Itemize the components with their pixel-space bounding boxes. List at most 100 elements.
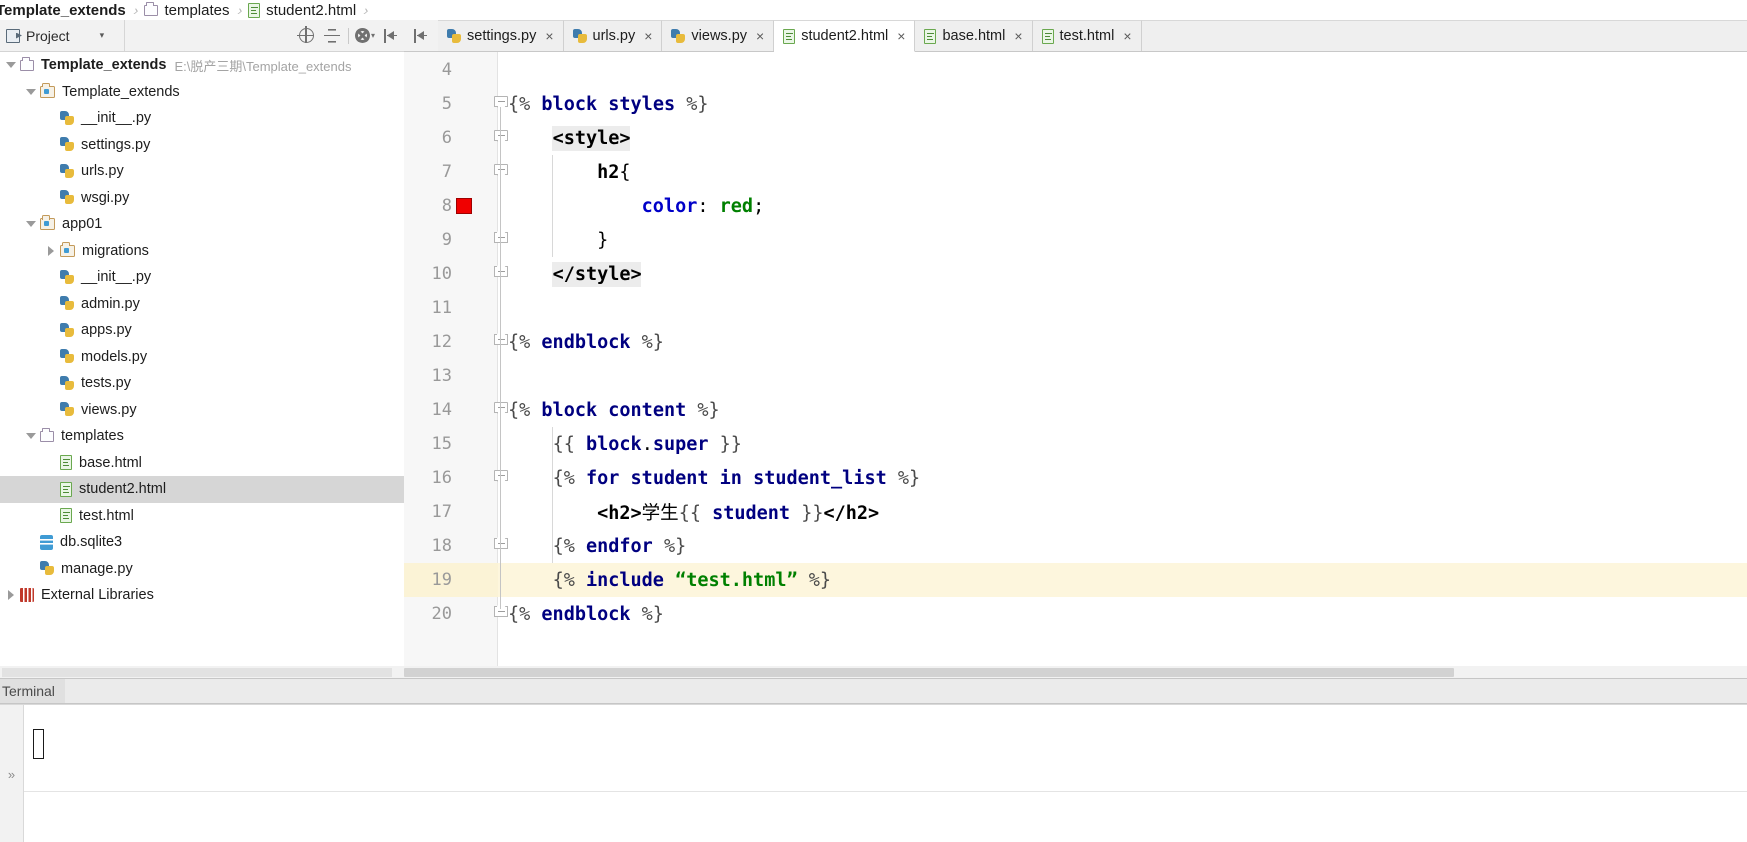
- editor-hscrollbar[interactable]: [404, 666, 1747, 678]
- python-file-icon: [60, 402, 74, 417]
- terminal-panel[interactable]: »: [0, 704, 1747, 842]
- editor-tab-settings-py[interactable]: settings.py ×: [438, 20, 564, 51]
- editor-tab-test-html[interactable]: test.html ×: [1032, 20, 1142, 51]
- tree-item-admin-py[interactable]: admin.py: [0, 291, 404, 318]
- code-line-13[interactable]: 13: [404, 359, 1747, 393]
- editor-tab-label: base.html: [942, 28, 1006, 44]
- tree-item-external-libraries[interactable]: External Libraries: [0, 582, 404, 609]
- code-line-4[interactable]: 4: [404, 53, 1747, 87]
- tree-item-tests-py[interactable]: tests.py: [0, 370, 404, 397]
- tree-item-label: apps.py: [81, 322, 132, 339]
- python-file-icon: [60, 269, 74, 285]
- code-line-16[interactable]: 16 {% for student in student_list %}: [404, 461, 1747, 495]
- code-line-11[interactable]: 11: [404, 291, 1747, 325]
- code-editor[interactable]: 4 5 {% block styles %} 6 <style> 7 h2{8 colo…: [404, 52, 1747, 678]
- tab-terminal[interactable]: Terminal: [0, 679, 65, 703]
- tree-item-views-py[interactable]: views.py: [0, 397, 404, 424]
- code-line-8[interactable]: 8 color: red;: [404, 189, 1747, 223]
- code-line-7[interactable]: 7 h2{: [404, 155, 1747, 189]
- tree-item-label: Template_extends: [62, 83, 180, 100]
- editor-tab-student2-html[interactable]: student2.html ×: [774, 20, 916, 52]
- code-line-9[interactable]: 9 }: [404, 223, 1747, 257]
- python-file-icon: [60, 322, 74, 338]
- line-number: 11: [431, 298, 452, 318]
- close-icon[interactable]: ×: [897, 29, 905, 43]
- chevron-down-icon[interactable]: ▾: [100, 30, 105, 41]
- locate-file-button[interactable]: [293, 23, 319, 49]
- code-line-text: <style>: [552, 127, 631, 149]
- chevron-down-icon[interactable]: [24, 217, 38, 231]
- project-panel-selector[interactable]: Project ▾: [0, 20, 125, 51]
- tree-item-label: __init__.py: [81, 110, 152, 127]
- scrollbar-thumb[interactable]: [2, 668, 392, 677]
- tree-item-urls-py[interactable]: urls.py: [0, 158, 404, 185]
- line-number: 8: [441, 196, 452, 216]
- tree-item--init-py[interactable]: __init__.py: [0, 105, 404, 132]
- tree-item-template-extends[interactable]: Template_extends: [0, 79, 404, 106]
- python-file-icon: [60, 269, 74, 285]
- breadcrumb-item-templates[interactable]: templates: [142, 0, 233, 20]
- editor-tab-urls-py[interactable]: urls.py ×: [563, 20, 663, 51]
- tree-item-manage-py[interactable]: manage.py: [0, 556, 404, 583]
- code-line-14[interactable]: 14 {% block content %}: [404, 393, 1747, 427]
- project-tree-hscrollbar[interactable]: [0, 666, 404, 678]
- tree-item-label: migrations: [82, 242, 149, 259]
- close-icon[interactable]: ×: [545, 29, 553, 43]
- project-tree[interactable]: Template_extends E:\脱产三期\Template_extends…: [0, 52, 404, 678]
- close-icon[interactable]: ×: [1014, 29, 1022, 43]
- chevron-down-icon[interactable]: [24, 85, 38, 99]
- tree-item-models-py[interactable]: models.py: [0, 344, 404, 371]
- code-line-text: {% block content %}: [508, 399, 720, 421]
- code-line-6[interactable]: 6 <style>: [404, 121, 1747, 155]
- project-panel-title: Project: [26, 27, 70, 44]
- html-file-icon: [60, 508, 72, 524]
- tree-item-db-sqlite3[interactable]: db.sqlite3: [0, 529, 404, 556]
- hide-panel-button[interactable]: [378, 23, 404, 49]
- code-line-12[interactable]: 12 {% endblock %}: [404, 325, 1747, 359]
- tree-item-migrations[interactable]: migrations: [0, 238, 404, 265]
- tree-item-test-html[interactable]: test.html: [0, 503, 404, 530]
- code-line-18[interactable]: 18 {% endfor %}: [404, 529, 1747, 563]
- tree-item-templates[interactable]: templates: [0, 423, 404, 450]
- tree-item-wsgi-py[interactable]: wsgi.py: [0, 185, 404, 212]
- editor-tab-views-py[interactable]: views.py ×: [662, 20, 775, 51]
- breadcrumb-item-project[interactable]: Template_extends: [0, 0, 130, 20]
- tree-item-apps-py[interactable]: apps.py: [0, 317, 404, 344]
- chevron-down-icon[interactable]: [4, 58, 18, 72]
- settings-button[interactable]: ▾: [352, 23, 378, 49]
- gear-icon: [354, 28, 370, 43]
- line-number: 7: [441, 162, 452, 182]
- editor-tab-label: student2.html: [801, 28, 889, 44]
- tab-list-button[interactable]: [404, 20, 438, 51]
- code-line-10[interactable]: 10 </style>: [404, 257, 1747, 291]
- python-file-icon: [60, 296, 74, 311]
- tree-item-app01[interactable]: app01: [0, 211, 404, 238]
- tree-item-settings-py[interactable]: settings.py: [0, 132, 404, 159]
- python-file-icon: [447, 28, 461, 44]
- tree-item--init-py[interactable]: __init__.py: [0, 264, 404, 291]
- chevron-down-icon[interactable]: [24, 429, 38, 443]
- close-icon[interactable]: ×: [756, 29, 764, 43]
- tree-item-student2-html[interactable]: student2.html: [0, 476, 404, 503]
- breadcrumb-item-file[interactable]: student2.html: [246, 0, 360, 20]
- tree-item-template-extends[interactable]: Template_extends E:\脱产三期\Template_extends: [0, 52, 404, 79]
- close-icon[interactable]: ×: [1123, 29, 1131, 43]
- chevron-right-icon[interactable]: [4, 588, 18, 602]
- code-line-15[interactable]: 15 {{ block.super }}: [404, 427, 1747, 461]
- tree-item-base-html[interactable]: base.html: [0, 450, 404, 477]
- module-folder-icon: [60, 241, 75, 257]
- terminal-sidebar[interactable]: »: [0, 705, 24, 842]
- collapse-all-button[interactable]: [319, 23, 345, 49]
- line-number: 17: [431, 502, 452, 522]
- code-line-20[interactable]: 20 {% endblock %}: [404, 597, 1747, 631]
- editor-tab-bar: settings.py × urls.py × views.py × student2.ht…: [404, 20, 1747, 52]
- editor-tab-base-html[interactable]: base.html ×: [915, 20, 1033, 51]
- scrollbar-thumb[interactable]: [404, 668, 1454, 677]
- python-file-icon: [60, 137, 74, 152]
- breakpoint-marker[interactable]: [456, 198, 472, 214]
- close-icon[interactable]: ×: [644, 29, 652, 43]
- code-line-17[interactable]: 17 <h2>学生{{ student }}</h2>: [404, 495, 1747, 529]
- code-line-5[interactable]: 5 {% block styles %}: [404, 87, 1747, 121]
- code-line-19[interactable]: 19 {% include “test.html” %}: [404, 563, 1747, 597]
- chevron-right-icon[interactable]: [44, 244, 58, 258]
